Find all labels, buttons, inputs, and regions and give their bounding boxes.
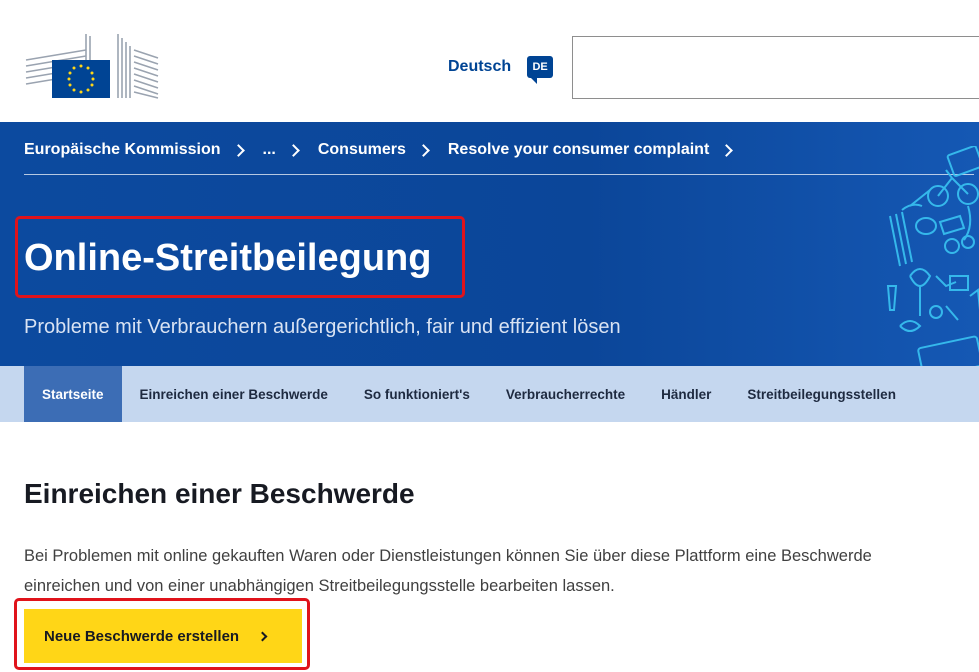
european-commission-logo[interactable] xyxy=(24,32,160,100)
tab-startseite[interactable]: Startseite xyxy=(24,366,122,422)
search-input[interactable] xyxy=(572,36,979,99)
section-heading: Einreichen einer Beschwerde xyxy=(24,478,415,509)
language-switcher[interactable]: Deutsch DE xyxy=(448,56,554,84)
tab-streitbeilegungsstellen[interactable]: Streitbeilegungsstellen xyxy=(729,366,914,422)
language-label: Deutsch xyxy=(448,58,512,75)
new-complaint-button-label: Neue Beschwerde erstellen xyxy=(44,627,240,645)
page-subtitle: Probleme mit Verbrauchern außergerichtli… xyxy=(24,316,621,338)
breadcrumb-link-resolve-complaint[interactable]: Resolve your consumer complaint xyxy=(448,141,709,159)
chevron-right-icon xyxy=(286,143,300,157)
tab-verbraucherrechte[interactable]: Verbraucherrechte xyxy=(488,366,643,422)
main-navigation: Startseite Einreichen einer Beschwerde S… xyxy=(0,366,979,422)
site-header: Deutsch DE xyxy=(0,0,979,122)
tab-so-funktionierts[interactable]: So funktioniert's xyxy=(346,366,488,422)
language-code-badge: DE xyxy=(527,56,554,84)
chevron-right-icon xyxy=(720,143,734,157)
new-complaint-button[interactable]: Neue Beschwerde erstellen xyxy=(24,609,302,663)
breadcrumb: Europäische Kommission ... Consumers Res… xyxy=(24,140,751,160)
consumer-goods-illustration xyxy=(886,146,979,366)
tab-einreichen-beschwerde[interactable]: Einreichen einer Beschwerde xyxy=(122,366,346,422)
page-title: Online-Streitbeilegung xyxy=(24,237,432,279)
chevron-right-icon xyxy=(231,143,245,157)
hero-banner: Europäische Kommission ... Consumers Res… xyxy=(0,122,979,366)
breadcrumb-divider xyxy=(24,174,974,175)
chevron-right-icon xyxy=(257,631,268,641)
chevron-right-icon xyxy=(417,143,430,157)
breadcrumb-link-consumers[interactable]: Consumers xyxy=(318,141,406,159)
breadcrumb-link-ellipsis[interactable]: ... xyxy=(263,141,276,159)
section-description: Bei Problemen mit online gekauften Waren… xyxy=(24,547,872,595)
breadcrumb-link-commission[interactable]: Europäische Kommission xyxy=(24,141,221,159)
tab-haendler[interactable]: Händler xyxy=(643,366,729,422)
